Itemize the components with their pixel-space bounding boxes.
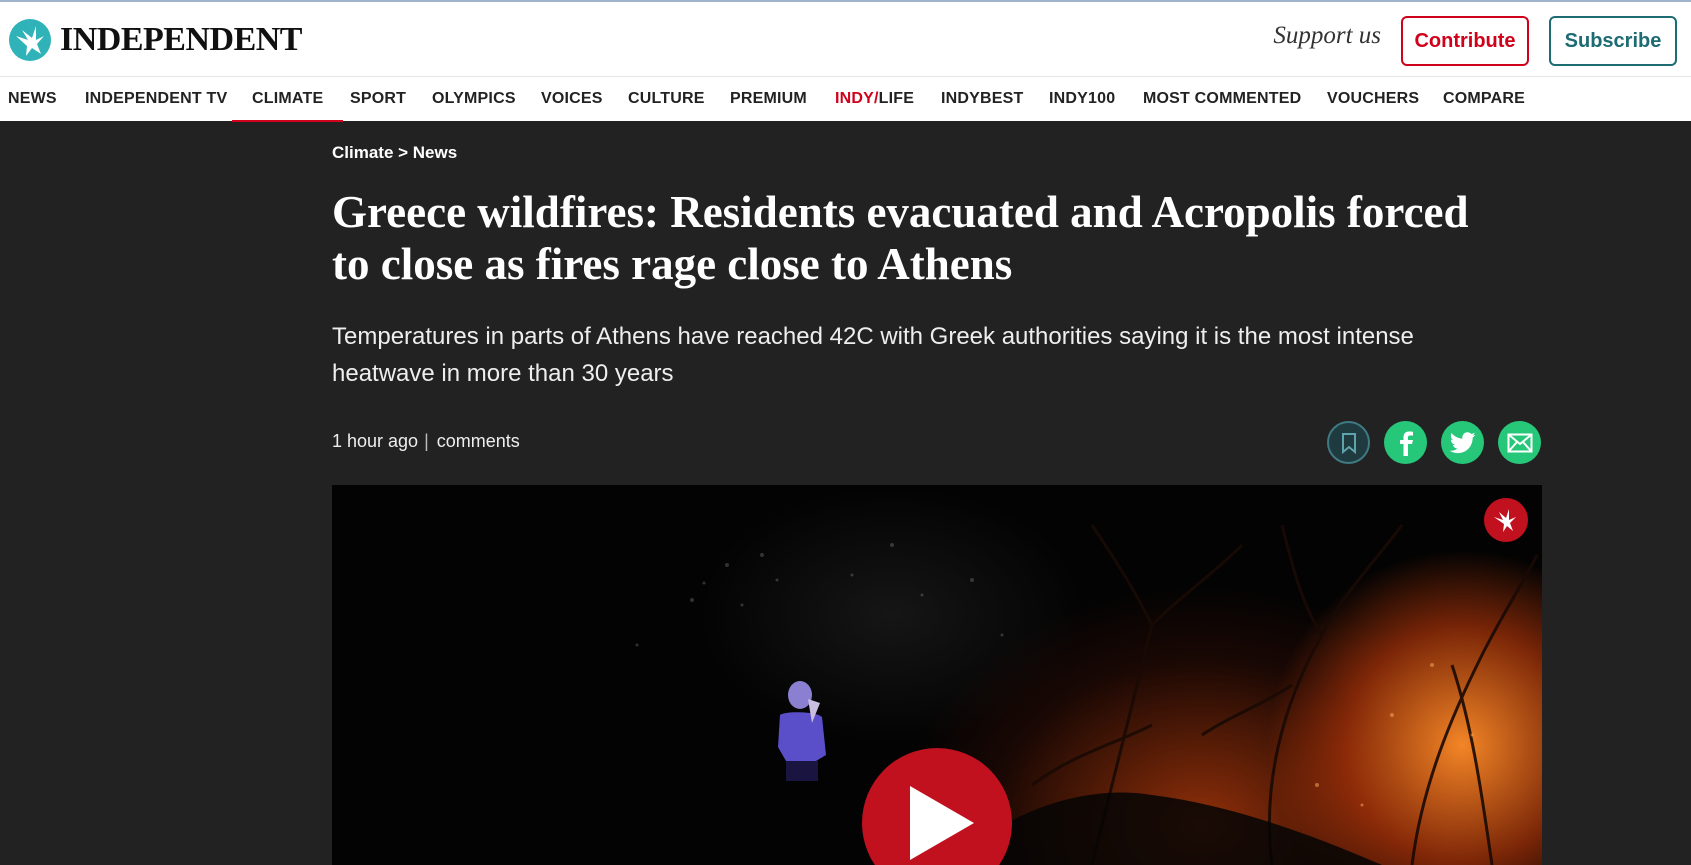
eagle-logo-icon <box>9 19 51 61</box>
independent-eagle-icon <box>1494 509 1516 532</box>
nav-item-premium[interactable]: PREMIUM <box>730 77 807 122</box>
nav-item-voices[interactable]: VOICES <box>541 77 603 122</box>
indy-prefix: INDY/ <box>835 90 879 107</box>
nav-item-indy100[interactable]: INDY100 <box>1049 77 1115 122</box>
support-us-text: Support us <box>1273 22 1381 49</box>
site-header: INDEPENDENT Support us Contribute Subscr… <box>0 0 1691 76</box>
bookmark-icon <box>1341 432 1356 454</box>
contribute-button[interactable]: Contribute <box>1401 16 1529 66</box>
logo-text: INDEPENDENT <box>60 21 302 58</box>
twitter-share-button[interactable] <box>1441 421 1484 464</box>
person-silhouette <box>778 681 826 781</box>
video-player[interactable] <box>332 485 1542 865</box>
indy-life-label: LIFE <box>878 90 915 107</box>
play-button[interactable] <box>862 748 1012 865</box>
play-icon <box>910 786 974 860</box>
email-icon <box>1507 433 1532 452</box>
email-share-button[interactable] <box>1498 421 1541 464</box>
subscribe-button[interactable]: Subscribe <box>1549 16 1677 66</box>
facebook-icon <box>1399 431 1413 456</box>
nav-item-news[interactable]: NEWS <box>8 77 57 122</box>
nav-item-most-commented[interactable]: MOST COMMENTED <box>1143 77 1301 122</box>
nav-item-vouchers[interactable]: VOUCHERS <box>1327 77 1419 122</box>
article-standfirst: Temperatures in parts of Athens have rea… <box>332 323 1414 387</box>
comments-link[interactable]: comments <box>437 431 520 452</box>
nav-item-indybest[interactable]: INDYBEST <box>941 77 1024 122</box>
main-nav: NEWS INDEPENDENT TV CLIMATE SPORT OLYMPI… <box>0 76 1691 122</box>
nav-item-olympics[interactable]: OLYMPICS <box>432 77 516 122</box>
publish-time: 1 hour ago <box>332 431 419 451</box>
nav-item-climate[interactable]: CLIMATE <box>232 77 344 122</box>
nav-item-culture[interactable]: CULTURE <box>628 77 705 122</box>
twitter-icon <box>1449 431 1475 453</box>
breadcrumb[interactable]: Climate > News <box>332 143 457 163</box>
site-logo[interactable]: INDEPENDENT <box>8 18 302 62</box>
nav-item-sport[interactable]: SPORT <box>350 77 406 122</box>
article-headline: Greece wildfires: Residents evacuated an… <box>332 187 1469 289</box>
nav-item-compare[interactable]: COMPARE <box>1443 77 1525 122</box>
article-meta: 1 hour ago | comments <box>332 431 520 452</box>
meta-separator: | <box>424 431 429 451</box>
facebook-share-button[interactable] <box>1384 421 1427 464</box>
bookmark-button[interactable] <box>1327 421 1370 464</box>
video-logo <box>1484 498 1528 542</box>
nav-item-indy-life[interactable]: INDY/LIFE <box>835 77 914 122</box>
nav-item-independent-tv[interactable]: INDEPENDENT TV <box>85 77 227 122</box>
